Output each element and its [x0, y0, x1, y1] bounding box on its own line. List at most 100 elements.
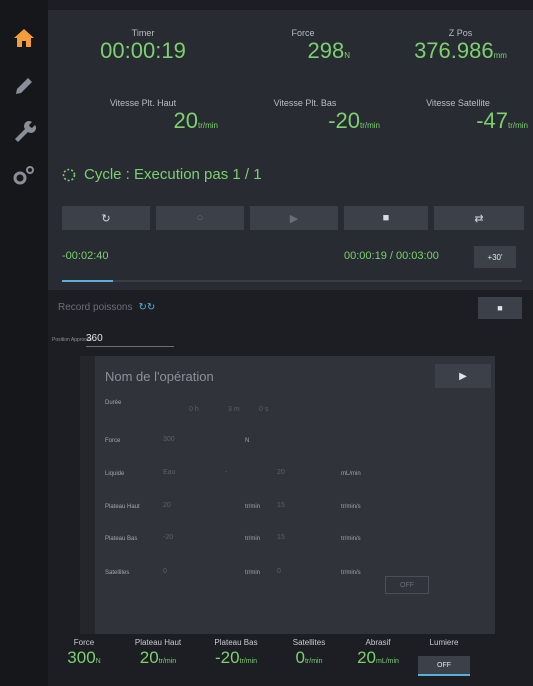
satellites-toggle[interactable]: OFF — [385, 576, 429, 594]
swap-icon: ⇄ — [474, 212, 484, 225]
restart-button[interactable]: ↻ — [62, 206, 150, 230]
plateau-haut-label: Plateau Haut — [105, 504, 140, 510]
pause-button[interactable]: ○ — [156, 206, 244, 230]
liquide-separator: - — [225, 469, 228, 476]
bottom-plateau-bas: Plateau Bas -20tr/min — [196, 638, 276, 669]
bottom-bas-unit: tr/min — [239, 658, 258, 665]
spinner-icon — [62, 168, 76, 181]
liquide-label: Liquide — [105, 471, 125, 477]
bottom-force-value: 300 — [67, 648, 96, 667]
bottom-haut-unit: tr/min — [158, 658, 177, 665]
bottom-bas-label: Plateau Bas — [214, 638, 258, 647]
satellites-input[interactable]: 0 — [163, 568, 167, 575]
vitesse-haut-stat: Vitesse Plt. Haut 20tr/min — [68, 98, 218, 134]
duree-seconds[interactable]: 0 s — [259, 406, 268, 413]
bottom-force-unit: N — [95, 658, 101, 665]
duree-hours[interactable]: 0 h — [189, 406, 199, 413]
bottom-plateau-haut: Plateau Haut 20tr/min — [118, 638, 198, 669]
restart-icon: ↻ — [101, 212, 111, 225]
timer-stat: Timer 00:00:19 — [88, 28, 198, 64]
stop-button[interactable]: ■ — [344, 206, 428, 230]
plateau-haut-accel[interactable]: 15 — [277, 502, 285, 509]
plateau-haut-input[interactable]: 20 — [163, 502, 171, 509]
force-input[interactable]: 300 — [163, 436, 175, 443]
timer-label: Timer — [131, 28, 155, 38]
force-label: Force — [105, 438, 121, 444]
sidebar — [0, 0, 48, 686]
zpos-stat: Z Pos 376.986mm — [393, 28, 528, 64]
liquide-unit: mL/min — [341, 471, 361, 477]
status-bar: Force 300N Plateau Haut 20tr/min Plateau… — [48, 634, 533, 686]
progress-fill — [62, 280, 113, 282]
duree-minutes[interactable]: 3 m — [228, 406, 240, 413]
vitesse-haut-unit: tr/min — [198, 121, 218, 130]
operation-name-field[interactable]: Nom de l'opération — [105, 369, 214, 384]
vitesse-bas-stat: Vitesse Plt. Bas -20tr/min — [230, 98, 380, 134]
zpos-value: 376.986 — [414, 38, 494, 63]
lumiere-toggle[interactable]: OFF — [418, 656, 470, 676]
plateau-bas-accel[interactable]: 15 — [277, 534, 285, 541]
vitesse-sat-value: -47 — [476, 108, 508, 133]
zpos-unit: mm — [493, 51, 507, 60]
cycle-text: Cycle : Execution pas 1 / 1 — [84, 166, 262, 183]
vitesse-sat-label: Vitesse Satellite — [426, 98, 490, 108]
plateau-bas-unit: tr/min — [245, 536, 260, 542]
liquide-select[interactable]: Eau — [163, 469, 175, 476]
zpos-label: Z Pos — [448, 28, 473, 38]
plateau-haut-accel-unit: tr/min/s — [341, 504, 361, 510]
play-button[interactable]: ▶ — [250, 206, 338, 230]
vitesse-bas-unit: tr/min — [360, 121, 380, 130]
bottom-bas-value: -20 — [214, 648, 240, 667]
liquide-rate-input[interactable]: 20 — [277, 469, 285, 476]
record-row: Record poissons ↻↻ — [58, 302, 155, 313]
vitesse-haut-label: Vitesse Plt. Haut — [109, 98, 177, 108]
plateau-bas-accel-unit: tr/min/s — [341, 536, 361, 542]
time-remaining: -00:02:40 — [62, 250, 109, 262]
timer-value: 00:00:19 — [100, 38, 186, 63]
bottom-abrasif-unit: mL/min — [375, 658, 399, 665]
time-elapsed: 00:00:19 / 00:03:00 — [344, 250, 439, 262]
force-unit: N — [245, 438, 250, 444]
stop-icon: ■ — [382, 212, 390, 224]
satellites-unit: tr/min — [245, 570, 260, 576]
camera-icon: ■ — [497, 303, 503, 313]
progress-bar — [62, 280, 522, 282]
bottom-haut-value: 20 — [139, 648, 159, 667]
satellites-accel[interactable]: 0 — [277, 568, 281, 575]
bottom-force-label: Force — [73, 638, 95, 647]
form-edge — [80, 356, 95, 634]
lumiere-label: Lumiere — [429, 638, 459, 647]
add-time-button[interactable]: +30' — [474, 246, 516, 268]
bottom-haut-label: Plateau Haut — [134, 638, 182, 647]
pencil-icon[interactable] — [8, 70, 40, 102]
record-label: Record poissons — [58, 302, 133, 313]
plateau-bas-label: Plateau Bas — [105, 536, 138, 542]
vitesse-bas-label: Vitesse Plt. Bas — [273, 98, 337, 108]
force-label: Force — [291, 28, 315, 38]
vitesse-sat-unit: tr/min — [508, 121, 528, 130]
satellites-accel-unit: tr/min/s — [341, 570, 361, 576]
vitesse-bas-value: -20 — [328, 108, 360, 133]
position-input[interactable]: 360 — [86, 333, 174, 347]
force-unit: N — [344, 51, 350, 60]
force-stat: Force 298N — [248, 28, 358, 64]
duree-label: Durée — [105, 400, 122, 406]
bottom-abrasif-value: 20 — [357, 648, 376, 667]
operation-form: Nom de l'opération ▶ Durée 0 h 3 m 0 s F… — [95, 356, 495, 634]
vitesse-sat-stat: Vitesse Satellite -47tr/min — [388, 98, 528, 134]
bottom-abrasif: Abrasif 20mL/min — [340, 638, 416, 669]
home-icon[interactable] — [8, 22, 40, 54]
record-button[interactable]: ■ — [478, 297, 522, 319]
bottom-force: Force 300N — [56, 638, 112, 669]
bottom-sat-unit: tr/min — [304, 658, 323, 665]
run-operation-button[interactable]: ▶ — [435, 364, 491, 388]
cycle-status: Cycle : Execution pas 1 / 1 — [62, 166, 262, 183]
plateau-bas-input[interactable]: -20 — [163, 534, 173, 541]
wrench-icon[interactable] — [8, 114, 40, 146]
swap-button[interactable]: ⇄ — [434, 206, 524, 230]
satellites-label: Satellites — [105, 570, 130, 576]
bottom-satellites: Satellites 0tr/min — [278, 638, 340, 669]
plateau-haut-unit: tr/min — [245, 504, 260, 510]
gears-icon[interactable] — [8, 160, 40, 192]
circle-icon: ○ — [196, 212, 204, 224]
